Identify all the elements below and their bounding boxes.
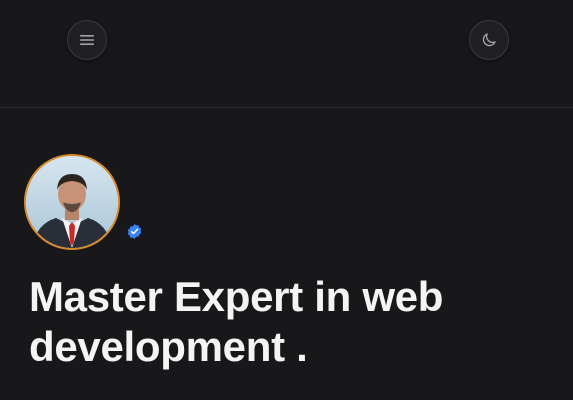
hero-headline: Master Expert in web development . <box>29 273 444 370</box>
menu-button[interactable] <box>67 20 107 60</box>
theme-toggle-button[interactable] <box>469 20 509 60</box>
top-header <box>0 0 573 108</box>
menu-icon <box>78 31 96 49</box>
avatar <box>24 154 120 250</box>
moon-icon <box>480 31 498 49</box>
verified-badge-icon <box>126 223 143 240</box>
